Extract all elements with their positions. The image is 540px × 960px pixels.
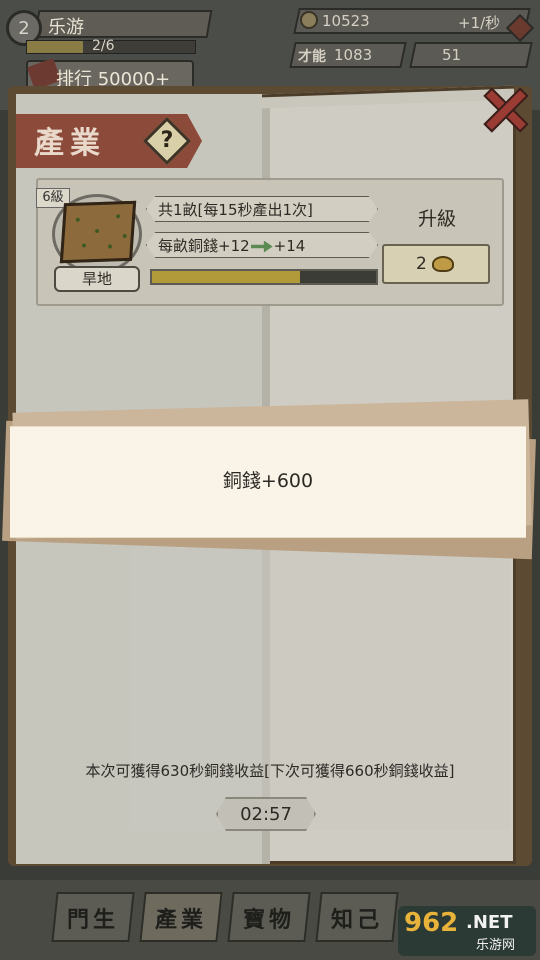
yield-next: +14: [273, 237, 306, 255]
talent-label: 才能: [298, 49, 326, 65]
acres-info: 共1畝[每15秒產出1次]: [158, 201, 313, 219]
tab-industry-label: 產業: [154, 907, 207, 933]
upgrade-label: 升級: [417, 208, 456, 230]
player-name: 乐游: [48, 17, 84, 38]
tab-confidants-label: 知己: [330, 907, 383, 933]
coin-rate: +1/秒: [458, 14, 501, 32]
coin-icon: [300, 11, 318, 29]
earnings-info: 本次可獲得630秒銅錢收益[下次可獲得660秒銅錢收益]: [85, 762, 455, 780]
watermark-logo: 962: [404, 908, 459, 938]
production-progress-bar: [150, 269, 378, 285]
farmland-icon: [59, 200, 137, 264]
collect-timer: 02:57: [240, 804, 292, 825]
question-mark-icon: ?: [160, 128, 174, 153]
tab-treasures-label: 寶物: [242, 907, 295, 933]
coin-count: 10523: [322, 12, 370, 30]
tab-disciples-label: 門生: [66, 907, 119, 933]
arrow-right-icon: [250, 240, 273, 253]
close-button[interactable]: [474, 80, 534, 140]
exp-bar-fill: [27, 41, 84, 53]
troops-count: 51: [442, 46, 462, 64]
production-progress-fill: [152, 271, 300, 283]
panel-title: 產業: [34, 126, 106, 161]
gold-ingot-icon: [432, 256, 454, 272]
troops-resource-box[interactable]: [409, 42, 533, 68]
page-shadow: [130, 520, 510, 830]
watermark-site: 乐游网: [476, 938, 516, 953]
reward-toast-message: 銅錢+600: [222, 470, 314, 492]
talent-count: 1083: [334, 46, 373, 64]
yield-info: 每畝銅錢+12 +14: [158, 235, 305, 256]
upgrade-cost: 2: [416, 254, 427, 274]
exp-text: 2/6: [92, 38, 115, 54]
industry-name: 旱地: [81, 270, 112, 288]
yield-current: 每畝銅錢+12: [158, 237, 250, 255]
watermark-net: .NET: [466, 912, 513, 933]
